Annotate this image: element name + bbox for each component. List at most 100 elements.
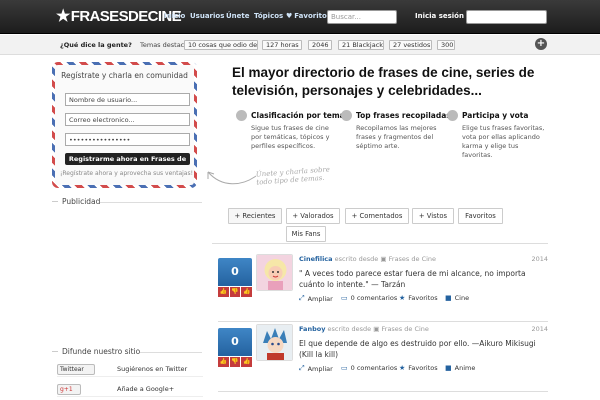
- hero-title: El mayor directorio de frases de cine, s…: [232, 65, 535, 98]
- comment-icon: ▭: [341, 364, 348, 372]
- film-icon: ▣: [380, 255, 387, 263]
- post-year: 2014: [531, 255, 548, 263]
- star-icon: ★: [56, 8, 70, 25]
- feature-title: Clasificación por temas: [251, 111, 350, 120]
- post-author[interactable]: Fanboy: [299, 325, 325, 333]
- share-text: Añade a Google+: [117, 385, 175, 393]
- nav-unete[interactable]: Únete: [226, 12, 250, 21]
- feature-desc: Elige tus frases favoritas, vota por ell…: [462, 124, 545, 159]
- post-meta: Fanboy escrito desde ▣ Frases de Cine: [299, 325, 429, 333]
- nav-topicos[interactable]: Tópicos: [254, 12, 283, 21]
- comments-link[interactable]: ▭ 0 comentarios: [341, 364, 397, 372]
- login-label[interactable]: Inicia sesión: [415, 12, 464, 20]
- favorite-button[interactable]: ★ Favoritos: [399, 364, 438, 372]
- nav-favoritos[interactable]: ♥ Favoritos: [286, 12, 331, 21]
- thumb-up-icon[interactable]: 👍: [218, 357, 229, 367]
- tag-chip[interactable]: 21 Blackjack: [338, 40, 384, 50]
- feature-desc: Sigue tus frases de cine por temáticas, …: [251, 124, 330, 150]
- post-author[interactable]: Cinefilica: [299, 255, 333, 263]
- username-field[interactable]: Nombre de usuario...: [65, 93, 190, 106]
- handwritten-note: Únete y charla sobre todo tipo de temas.: [256, 165, 331, 186]
- post-actions: ⤢ Ampliar ▭ 0 comentarios ★ Favoritos ■ Anim…: [299, 364, 549, 374]
- email-field[interactable]: Correo electronico...: [65, 113, 190, 126]
- users-icon: [447, 110, 458, 121]
- register-title: Regístrate y charla en comunidad: [61, 71, 188, 80]
- post-source[interactable]: Frases de Cine: [382, 325, 429, 333]
- thumb-down-icon[interactable]: 👎: [229, 357, 241, 367]
- difunde-heading: Difunde nuestro sitio: [52, 347, 141, 356]
- post-source[interactable]: Frases de Cine: [389, 255, 436, 263]
- feature-title: Participa y vota: [462, 111, 529, 120]
- expand-icon: ⤢: [299, 364, 305, 372]
- tab-favoritos[interactable]: Favoritos: [458, 208, 503, 224]
- film-icon: ▣: [373, 325, 380, 333]
- folder-icon: ■: [445, 294, 452, 302]
- star-icon: ★: [399, 294, 406, 302]
- folder-icon: ■: [445, 364, 452, 372]
- feature-desc: Recopilamos las mejores frases y fragmen…: [356, 124, 437, 150]
- share-text: Sugiérenos en Twitter: [117, 365, 188, 373]
- ampliar-button[interactable]: ⤢ Ampliar: [299, 364, 333, 373]
- google-plus-button[interactable]: g+1: [57, 384, 81, 395]
- trending-question: ¿Qué dice la gente?: [60, 41, 132, 49]
- register-button[interactable]: Registrarme ahora en Frases de Cine: [65, 153, 190, 175]
- bulb-icon: [236, 110, 247, 121]
- tab-valorados[interactable]: + Valorados: [286, 208, 340, 224]
- thumb-up-icon[interactable]: 👍: [218, 287, 229, 297]
- avatar[interactable]: [256, 254, 293, 291]
- post-item: 0 👍 👎 👍 Cinefilica escrito desde ▣ Frase…: [218, 254, 548, 322]
- curved-arrow-icon: [207, 171, 257, 185]
- post-year: 2014: [531, 325, 548, 333]
- tag-chip[interactable]: 2046: [308, 40, 332, 50]
- comment-icon: ▭: [341, 294, 348, 302]
- category-link[interactable]: ■ Cine: [445, 294, 469, 302]
- post-item: 0 👍 👎 👍 Fanboy escrito desde ▣ Frases de…: [218, 324, 548, 392]
- ampliar-button[interactable]: ⤢ Ampliar: [299, 294, 333, 303]
- tag-chip[interactable]: 10 cosas que odio de ti: [184, 40, 258, 50]
- post-quote[interactable]: El que depende de algo es destruido por …: [299, 338, 549, 360]
- register-box: Regístrate y charla en comunidad Nombre …: [52, 62, 197, 188]
- trending-bar: ¿Qué dice la gente? Temas destacados 10 …: [0, 35, 600, 55]
- plus-icon[interactable]: +: [535, 38, 547, 50]
- login-input[interactable]: [466, 10, 547, 24]
- vote-buttons: 👍 👎 👍: [218, 357, 253, 367]
- publicidad-heading: Publicidad: [52, 197, 101, 206]
- nav-usuarios[interactable]: Usuarios: [190, 12, 224, 21]
- heart-icon: ♥: [286, 12, 293, 20]
- post-meta: Cinefilica escrito desde ▣ Frases de Cin…: [299, 255, 437, 263]
- chat-icon: [341, 110, 352, 121]
- nav-inicio[interactable]: Inicio: [164, 12, 185, 21]
- vote-buttons: 👍 👎 👍: [218, 287, 253, 297]
- tag-chip[interactable]: 27 vestidos: [389, 40, 432, 50]
- tab-mis-fans[interactable]: Mis Fans: [286, 226, 326, 242]
- feature-title: Top frases recopiladas: [356, 111, 451, 120]
- tag-chip[interactable]: 127 horas: [262, 40, 302, 50]
- expand-icon: ⤢: [299, 294, 305, 302]
- post-actions: ⤢ Ampliar ▭ 0 comentarios ★ Favoritos ■ Cine: [299, 294, 549, 304]
- thumb-up-icon[interactable]: 👍: [241, 357, 253, 367]
- password-field[interactable]: ••••••••••••••••: [65, 133, 190, 146]
- category-link[interactable]: ■ Anime: [445, 364, 475, 372]
- vote-count: 0: [218, 328, 252, 356]
- tag-chip[interactable]: 300: [437, 40, 455, 50]
- share-row-twitter: Twittear Sugiérenos en Twitter: [57, 362, 203, 377]
- tab-vistos[interactable]: + Vistos: [412, 208, 454, 224]
- divider: [212, 243, 548, 244]
- favorite-button[interactable]: ★ Favoritos: [399, 294, 438, 302]
- thumb-up-icon[interactable]: 👍: [241, 287, 253, 297]
- filter-tabs: + Recientes + Valorados + Comentados + V…: [228, 208, 548, 242]
- vote-count: 0: [218, 258, 252, 286]
- tab-comentados[interactable]: + Comentados: [345, 208, 409, 224]
- post-quote[interactable]: " A veces todo parece estar fuera de mi …: [299, 268, 549, 290]
- site-logo[interactable]: ★ FRASESDECINE: [56, 8, 182, 25]
- tab-recientes[interactable]: + Recientes: [228, 208, 282, 224]
- comments-link[interactable]: ▭ 0 comentarios: [341, 294, 397, 302]
- share-row-google: g+1 Añade a Google+: [57, 382, 203, 397]
- twitter-button[interactable]: Twittear: [57, 364, 95, 375]
- thumb-down-icon[interactable]: 👎: [229, 287, 241, 297]
- top-navbar: ★ FRASESDECINE Inicio Usuarios Únete Tópi…: [0, 0, 600, 34]
- star-icon: ★: [399, 364, 406, 372]
- avatar[interactable]: [256, 324, 293, 361]
- search-input[interactable]: Buscar...: [327, 10, 397, 24]
- register-note: ¡Regístrate ahora y aprovecha sus ventaj…: [59, 170, 194, 177]
